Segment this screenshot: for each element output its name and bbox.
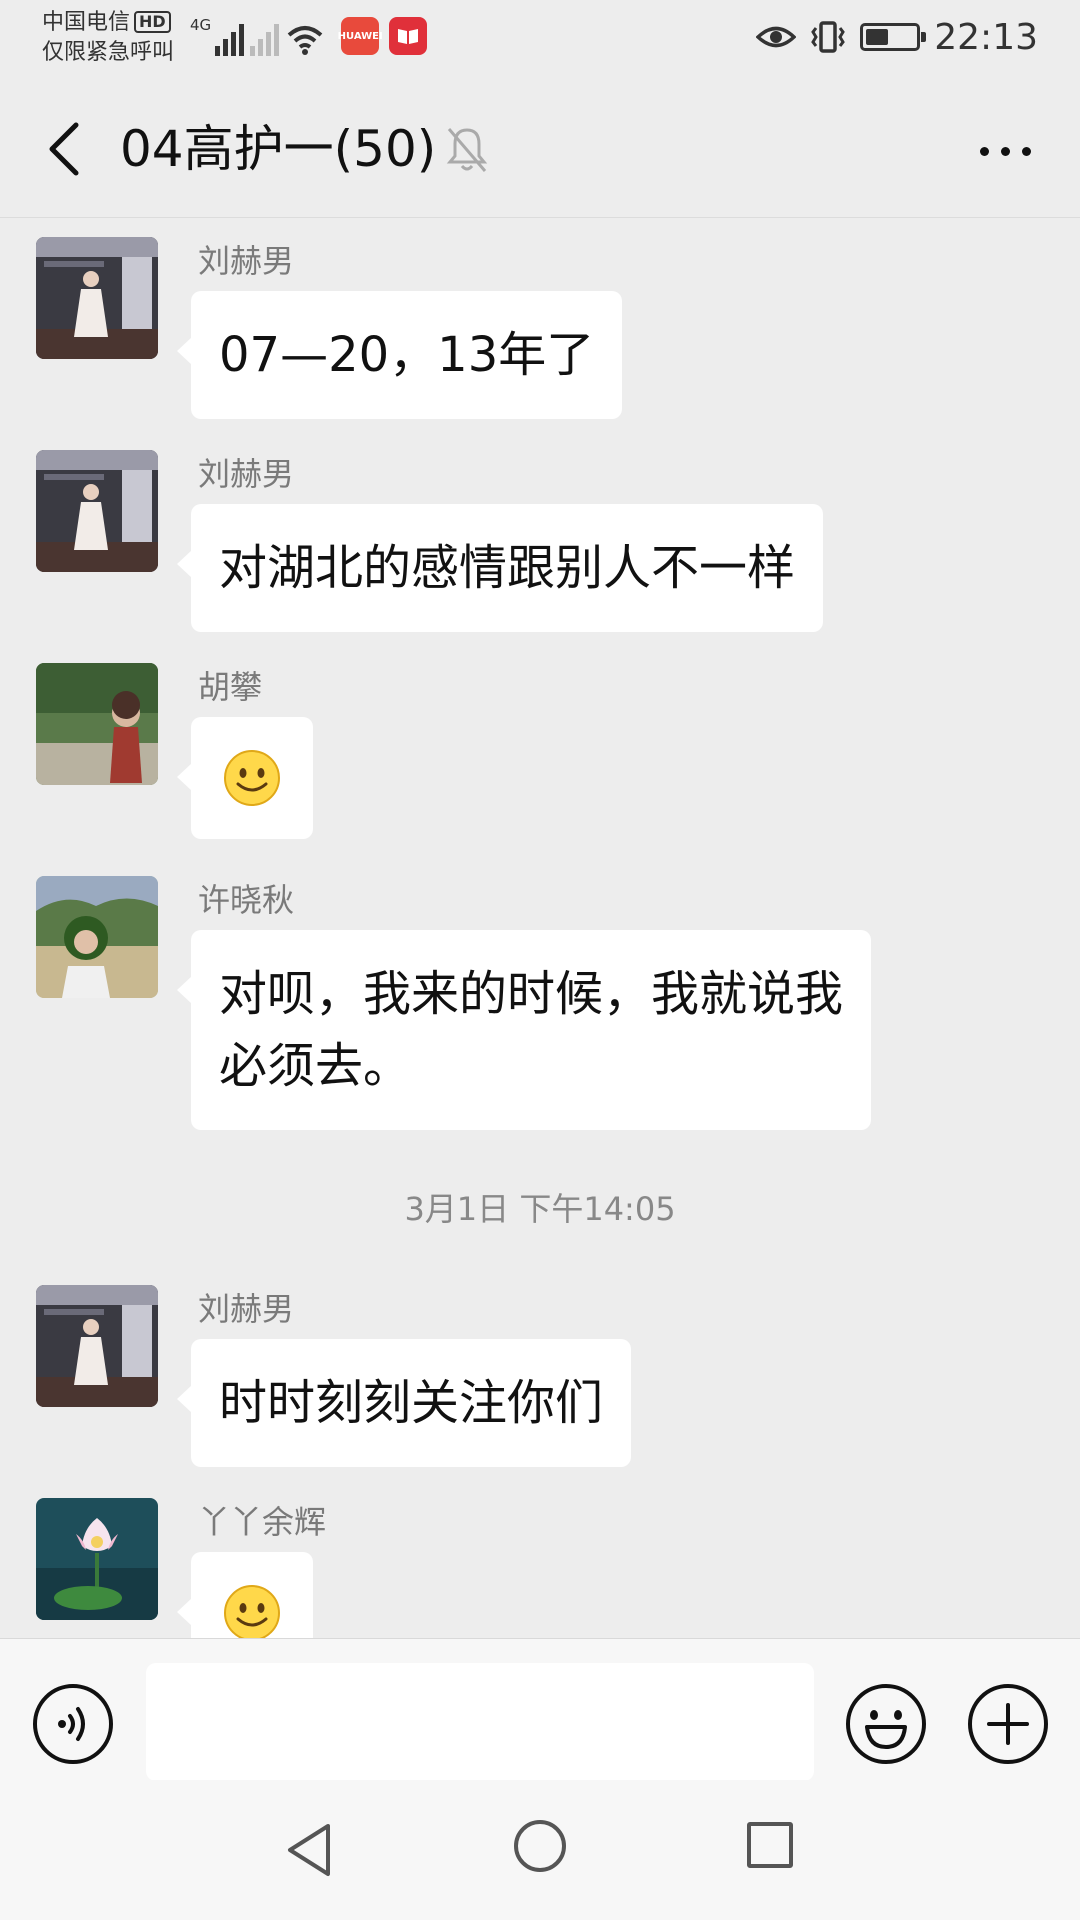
message-bubble[interactable]: 对呗，我来的时候，我就说我 必须去。 [176, 930, 872, 1130]
nav-recent-apps-button[interactable] [747, 1822, 793, 1868]
nav-back-button[interactable] [282, 1820, 338, 1880]
clock: 22:13 [934, 16, 1038, 58]
nav-home-button[interactable] [514, 1820, 566, 1872]
back-button[interactable] [36, 114, 92, 184]
no-signal-icon [250, 22, 280, 56]
chat-screen: 中国电信 HD 仅限紧急呼叫 4G HUAWEI 22:13 04高护一(50)… [0, 0, 1080, 1920]
avatar[interactable] [36, 1498, 158, 1620]
book-app-icon [389, 17, 428, 55]
network-type: 4G [190, 16, 212, 34]
message-line: 对呗，我来的时候，我就说我 [219, 966, 844, 1022]
emoji-message-bubble[interactable] [177, 717, 313, 839]
avatar[interactable] [36, 450, 158, 572]
smiley-emoji-icon [224, 750, 280, 806]
message-list[interactable]: 刘赫男 07—20，13年了 刘赫男 对湖北的感情跟别人不一样 胡攀 许晓秋 对… [0, 219, 1080, 1638]
sender-name: 刘赫男 [198, 1290, 295, 1328]
more-dot-icon [1000, 146, 1010, 156]
emoji-button[interactable] [845, 1683, 927, 1765]
smiley-emoji-icon [224, 1585, 280, 1638]
message-bubble[interactable]: 时时刻刻关注你们 [176, 1339, 632, 1467]
emoji-message-bubble[interactable] [177, 1552, 313, 1638]
more-options-button[interactable] [970, 116, 1040, 186]
avatar[interactable] [36, 663, 158, 785]
sender-name: 丫丫余辉 [198, 1503, 327, 1541]
avatar[interactable] [36, 1285, 158, 1407]
chat-header: 04高护一(50) [0, 78, 1080, 218]
huawei-app-icon: HUAWEI [338, 17, 383, 55]
back-arrow-icon [49, 122, 79, 176]
sender-name: 刘赫男 [198, 242, 295, 280]
message-line: 必须去。 [219, 1038, 412, 1094]
more-functions-button[interactable] [967, 1683, 1049, 1765]
vibrate-icon [811, 21, 846, 53]
mute-bell-icon [446, 128, 488, 172]
message-input[interactable] [146, 1663, 814, 1781]
battery-icon [860, 23, 927, 51]
more-dot-icon [1021, 146, 1031, 156]
carrier-info: 中国电信 HD 仅限紧急呼叫 [42, 8, 174, 68]
status-right: 22:13 [756, 14, 1038, 60]
avatar[interactable] [36, 876, 158, 998]
message-bubble[interactable]: 07—20，13年了 [176, 291, 623, 419]
emergency-only-text: 仅限紧急呼叫 [42, 40, 175, 65]
message-bubble[interactable]: 对湖北的感情跟别人不一样 [176, 504, 824, 632]
more-dot-icon [979, 146, 989, 156]
sender-name: 胡攀 [198, 668, 263, 706]
status-bar: 中国电信 HD 仅限紧急呼叫 4G HUAWEI 22:13 [0, 0, 1080, 78]
signal-strength-icon [215, 22, 245, 56]
eye-comfort-icon [756, 26, 797, 48]
voice-input-button[interactable] [32, 1683, 114, 1765]
sender-name: 许晓秋 [198, 881, 295, 919]
wifi-icon [287, 26, 323, 55]
battery-fill [866, 29, 888, 45]
signal-group: 4G HUAWEI [190, 16, 428, 56]
avatar[interactable] [36, 237, 158, 359]
sender-name: 刘赫男 [198, 455, 295, 493]
input-bar [0, 1638, 1080, 1781]
carrier-name: 中国电信 [42, 10, 131, 35]
system-nav-bar [0, 1780, 1080, 1920]
chat-title: 04高护一(50) [120, 120, 437, 178]
time-divider: 3月1日 下午14:05 [404, 1190, 676, 1228]
hd-badge: HD [134, 11, 171, 33]
